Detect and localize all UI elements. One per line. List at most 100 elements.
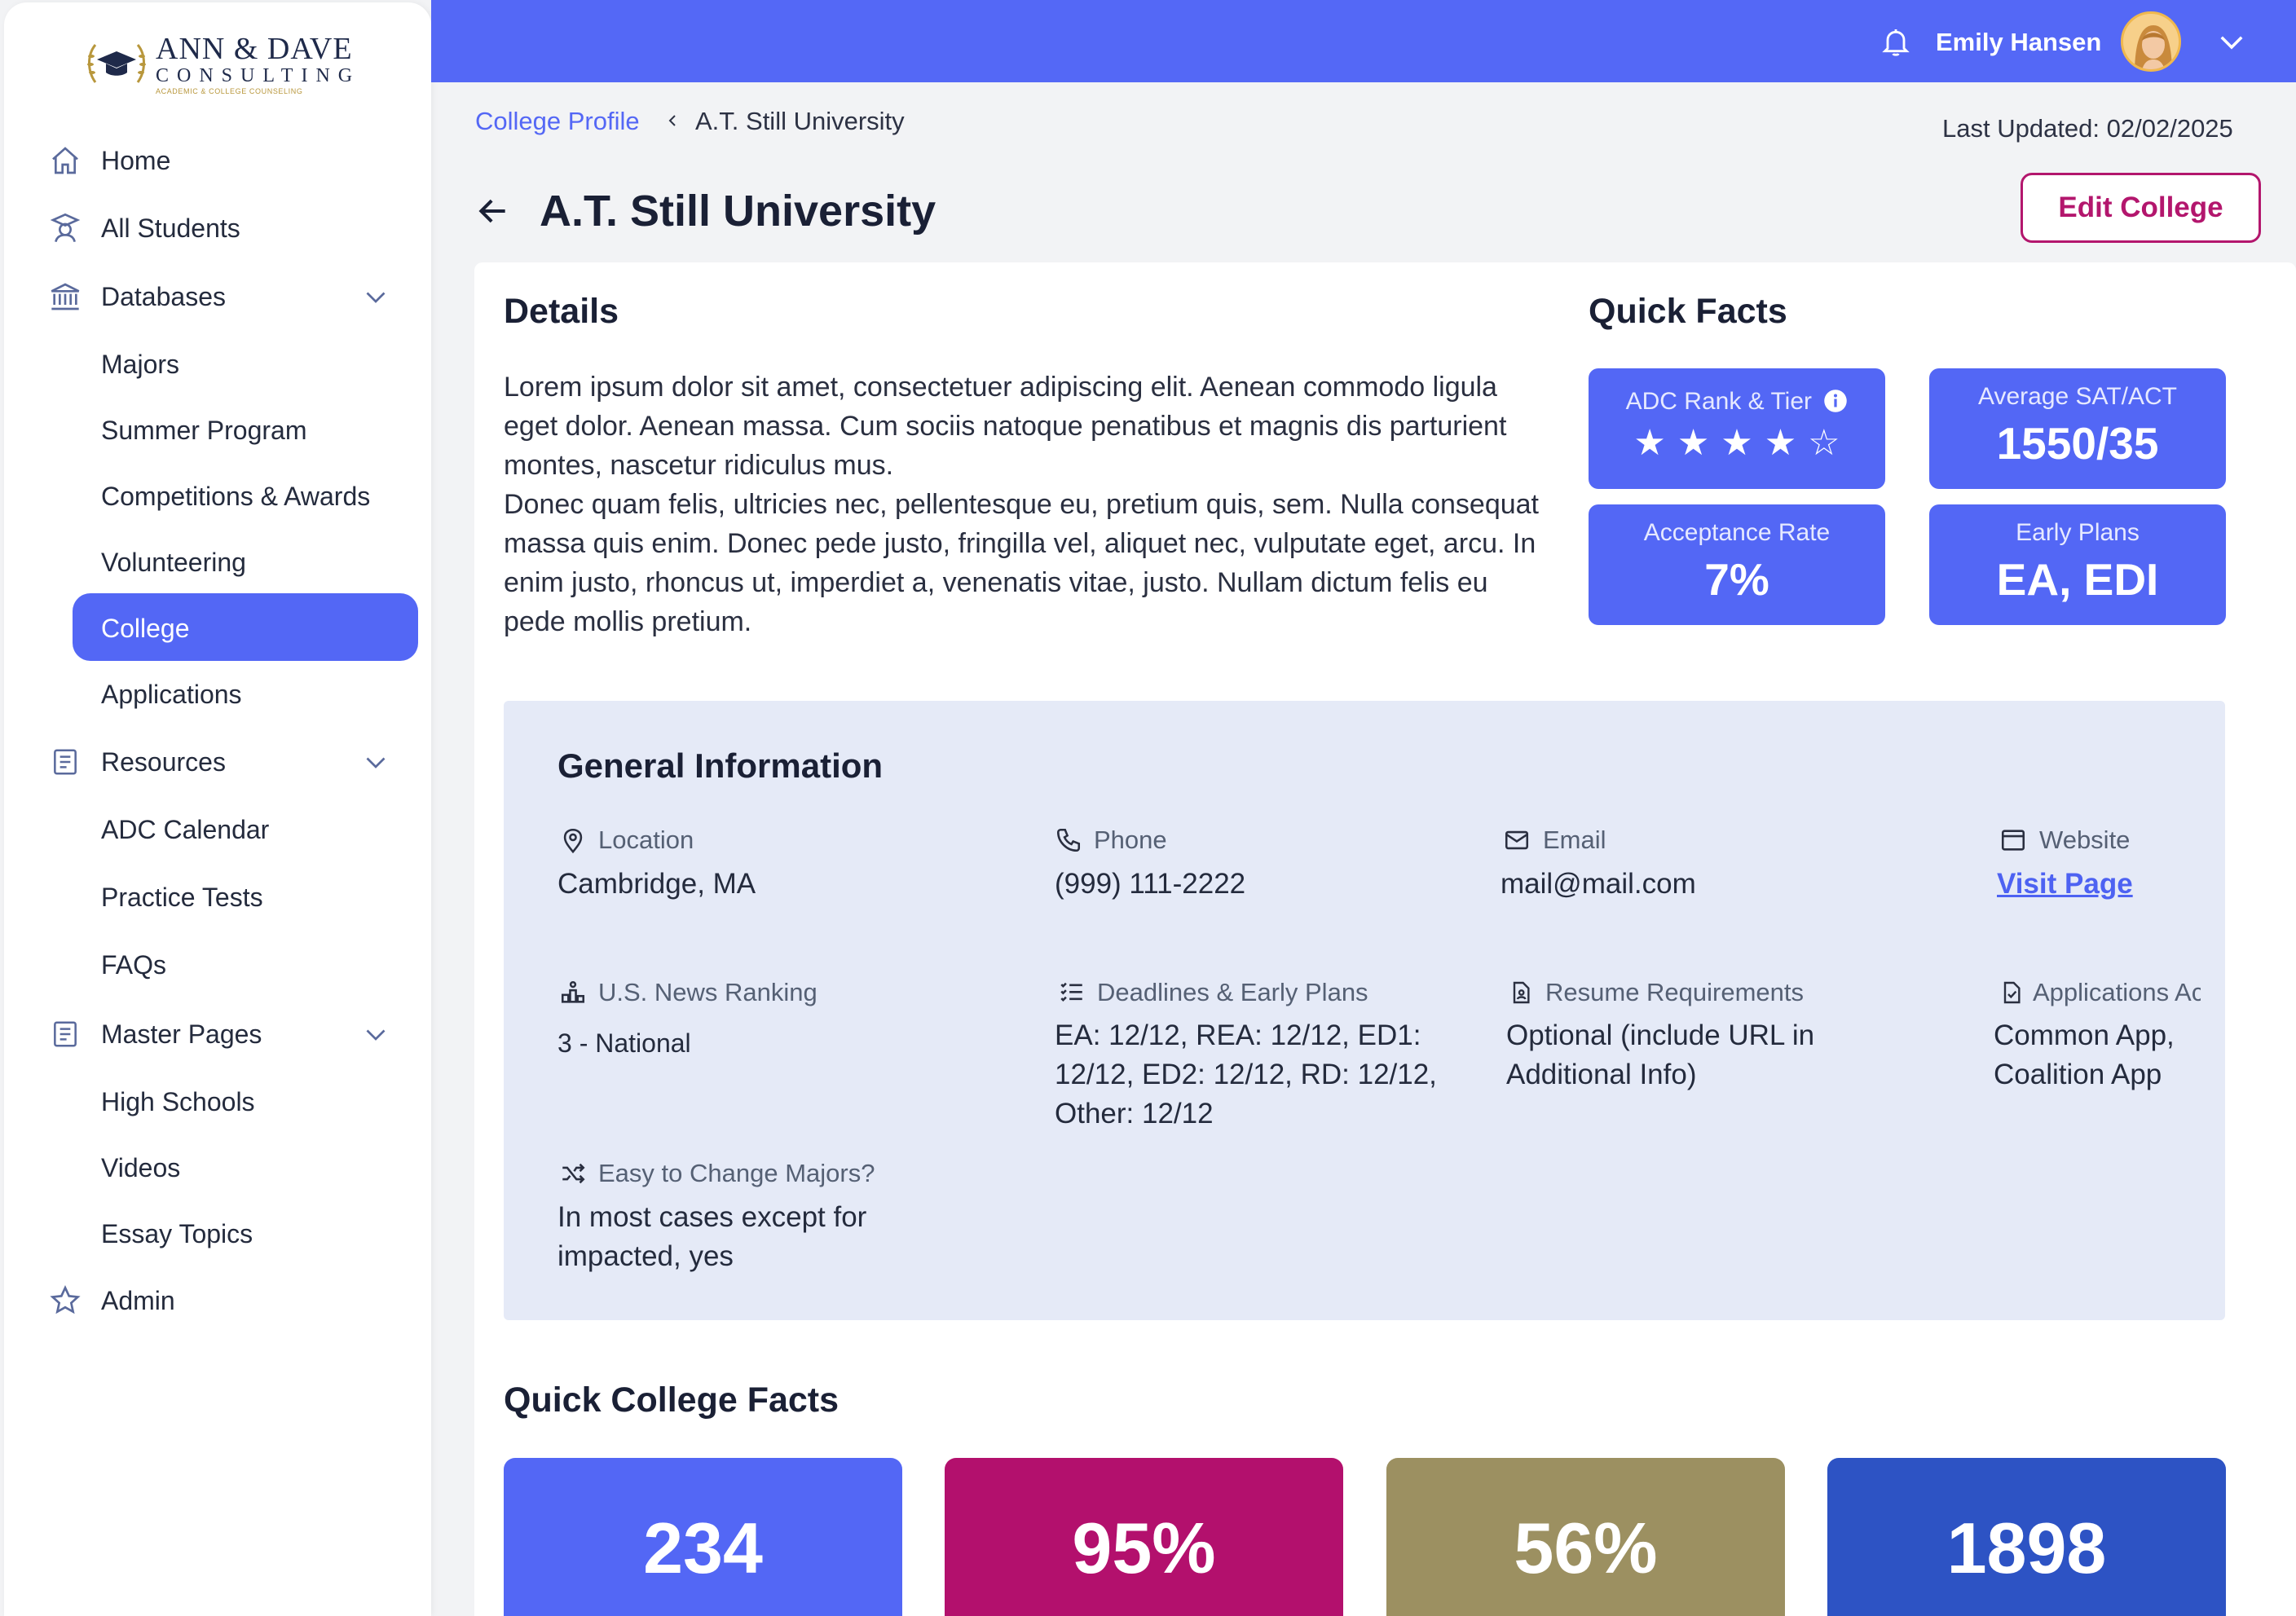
ranking-label-row: U.S. News Ranking (559, 978, 817, 1007)
chevron-down-icon[interactable] (361, 747, 390, 777)
ranking-label: U.S. News Ranking (598, 978, 817, 1006)
chevron-down-icon[interactable] (2214, 24, 2249, 59)
sidebar-item-label: All Students (101, 213, 240, 243)
details-text: Lorem ipsum dolor sit amet, consectetuer… (504, 368, 1555, 641)
checklist-icon (1060, 982, 1082, 1002)
sidebar-item-adc-calendar[interactable]: ADC Calendar (4, 807, 431, 852)
quick-college-facts-heading: Quick College Facts (504, 1380, 840, 1420)
company-logo[interactable]: ANN & DAVE CONSULTING ACADEMIC & COLLEGE… (84, 29, 361, 100)
breadcrumb-current: A.T. Still University (695, 107, 905, 135)
phone-icon (1056, 828, 1081, 852)
majors-value: In most cases except for impacted, yes (557, 1201, 867, 1272)
sidebar-item-high-schools[interactable]: High Schools (4, 1079, 431, 1125)
sidebar-item-essay-topics[interactable]: Essay Topics (4, 1211, 431, 1257)
document-icon (47, 744, 83, 780)
sidebar-item-majors[interactable]: Majors (4, 341, 431, 387)
general-information-heading: General Information (557, 746, 884, 785)
star-filled-icon: ★ (1633, 423, 1666, 463)
sidebar-item-label: Resources (101, 746, 226, 777)
sat-label: Average SAT/ACT (1978, 383, 2177, 410)
breadcrumb-college-profile[interactable]: College Profile (475, 107, 640, 136)
sidebar-item-all-students[interactable]: All Students (4, 205, 431, 251)
sat-value: 1550/35 (1996, 418, 2159, 469)
location-pin-icon (563, 828, 583, 854)
home-icon (47, 143, 83, 178)
sidebar-item-faqs[interactable]: FAQs (4, 942, 431, 988)
sidebar-item-label: Practice Tests (101, 882, 263, 912)
acceptance-label: Acceptance Rate (1643, 519, 1831, 546)
user-name[interactable]: Emily Hansen (1936, 28, 2101, 57)
details-paragraph: Lorem ipsum dolor sit amet, consectetuer… (504, 372, 1507, 481)
bell-icon[interactable] (1880, 24, 1912, 59)
sidebar-item-videos[interactable]: Videos (4, 1145, 431, 1191)
shuffle-icon (562, 1163, 585, 1184)
graduation-cap-logo-icon (87, 44, 146, 83)
location-value: Cambridge, MA (557, 868, 756, 900)
chevron-down-icon[interactable] (361, 282, 390, 311)
college-fact-card: 95% (945, 1458, 1343, 1616)
back-arrow-icon[interactable] (475, 193, 511, 229)
applications-label-row: Applications Accepted (1999, 978, 2201, 1007)
sidebar-item-home[interactable]: Home (4, 138, 431, 183)
sidebar-item-label: Videos (101, 1152, 181, 1182)
sidebar-item-volunteering[interactable]: Volunteering (4, 539, 431, 585)
website-link-wrap: Visit Page (1997, 865, 2133, 904)
adc-rank-label: ADC Rank & Tier (1625, 388, 1813, 415)
sidebar-item-label: Applications (101, 679, 242, 709)
avatar[interactable] (2121, 11, 2181, 72)
adc-rank-label-row: ADC Rank & Tier (1589, 388, 1885, 416)
sidebar-item-label: Essay Topics (101, 1218, 253, 1248)
sidebar-item-label: FAQs (101, 949, 167, 980)
sidebar-item-databases[interactable]: Databases (4, 274, 431, 319)
deadlines-value: EA: 12/12, REA: 12/12, ED1: 12/12, ED2: … (1055, 1019, 1437, 1129)
chevron-down-icon[interactable] (361, 1019, 390, 1049)
sidebar-item-label: Majors (101, 349, 180, 379)
website-label: Website (2039, 826, 2131, 854)
resume-file-icon (1513, 981, 1530, 1004)
sidebar-item-admin[interactable]: Admin (4, 1278, 431, 1323)
ranking-value: 3 - National (557, 1028, 691, 1058)
last-updated: Last Updated: 02/02/2025 (1942, 114, 2233, 143)
early-value: EA, EDI (1996, 554, 2159, 605)
sidebar-item-college[interactable]: College (4, 605, 431, 651)
sidebar-item-applications[interactable]: Applications (4, 671, 431, 717)
website-label-row: Website (1999, 826, 2130, 855)
deadlines-label-row: Deadlines & Early Plans (1058, 978, 1368, 1007)
sidebar-item-label: Master Pages (101, 1019, 262, 1049)
phone-label-row: Phone (1055, 826, 1167, 855)
phone-label: Phone (1094, 826, 1167, 854)
edit-college-button[interactable]: Edit College (2021, 173, 2261, 243)
sidebar-item-label: Home (101, 145, 171, 175)
early-plans-card: Early Plans EA, EDI (1929, 504, 2226, 625)
sidebar-item-label: Competitions & Awards (101, 481, 371, 511)
details-heading: Details (504, 292, 619, 331)
sidebar: ANN & DAVE CONSULTING ACADEMIC & COLLEGE… (4, 2, 431, 1616)
sidebar-item-label: Databases (101, 281, 226, 311)
deadlines-label: Deadlines & Early Plans (1097, 978, 1368, 1006)
logo-tagline: ACADEMIC & COLLEGE COUNSELING (156, 87, 303, 95)
college-fact-value: 56% (1514, 1508, 1658, 1588)
average-sat-act-card: Average SAT/ACT 1550/35 (1929, 368, 2226, 489)
star-outline-icon: ☆ (1808, 423, 1840, 463)
sidebar-item-label: Admin (101, 1285, 175, 1315)
visit-page-link[interactable]: Visit Page (1997, 868, 2133, 900)
document-icon (47, 1016, 83, 1052)
sidebar-item-practice-tests[interactable]: Practice Tests (4, 874, 431, 920)
sidebar-item-label: Volunteering (101, 547, 246, 577)
logo-title: ANN & DAVE (156, 32, 353, 66)
applications-label: Applications Accepted (2033, 978, 2201, 1006)
college-fact-value: 1898 (1946, 1508, 2107, 1588)
sidebar-item-resources[interactable]: Resources (4, 739, 431, 785)
applications-accepted-column: Applications Accepted Common App, Coalit… (1994, 970, 2201, 1100)
applications-value: Common App, Coalition App (1994, 1019, 2175, 1090)
sidebar-item-competitions-awards[interactable]: Competitions & Awards (4, 473, 431, 519)
resume-label: Resume Requirements (1545, 978, 1805, 1006)
location-label-row: Location (559, 826, 694, 855)
logo-subtitle: CONSULTING (156, 65, 361, 86)
sidebar-item-summer-program[interactable]: Summer Program (4, 407, 431, 453)
info-icon[interactable] (1823, 389, 1848, 413)
acceptance-rate-card: Acceptance Rate 7% (1589, 504, 1885, 625)
college-fact-value: 234 (643, 1508, 763, 1588)
location-label: Location (598, 826, 694, 854)
sidebar-item-master-pages[interactable]: Master Pages (4, 1011, 431, 1057)
